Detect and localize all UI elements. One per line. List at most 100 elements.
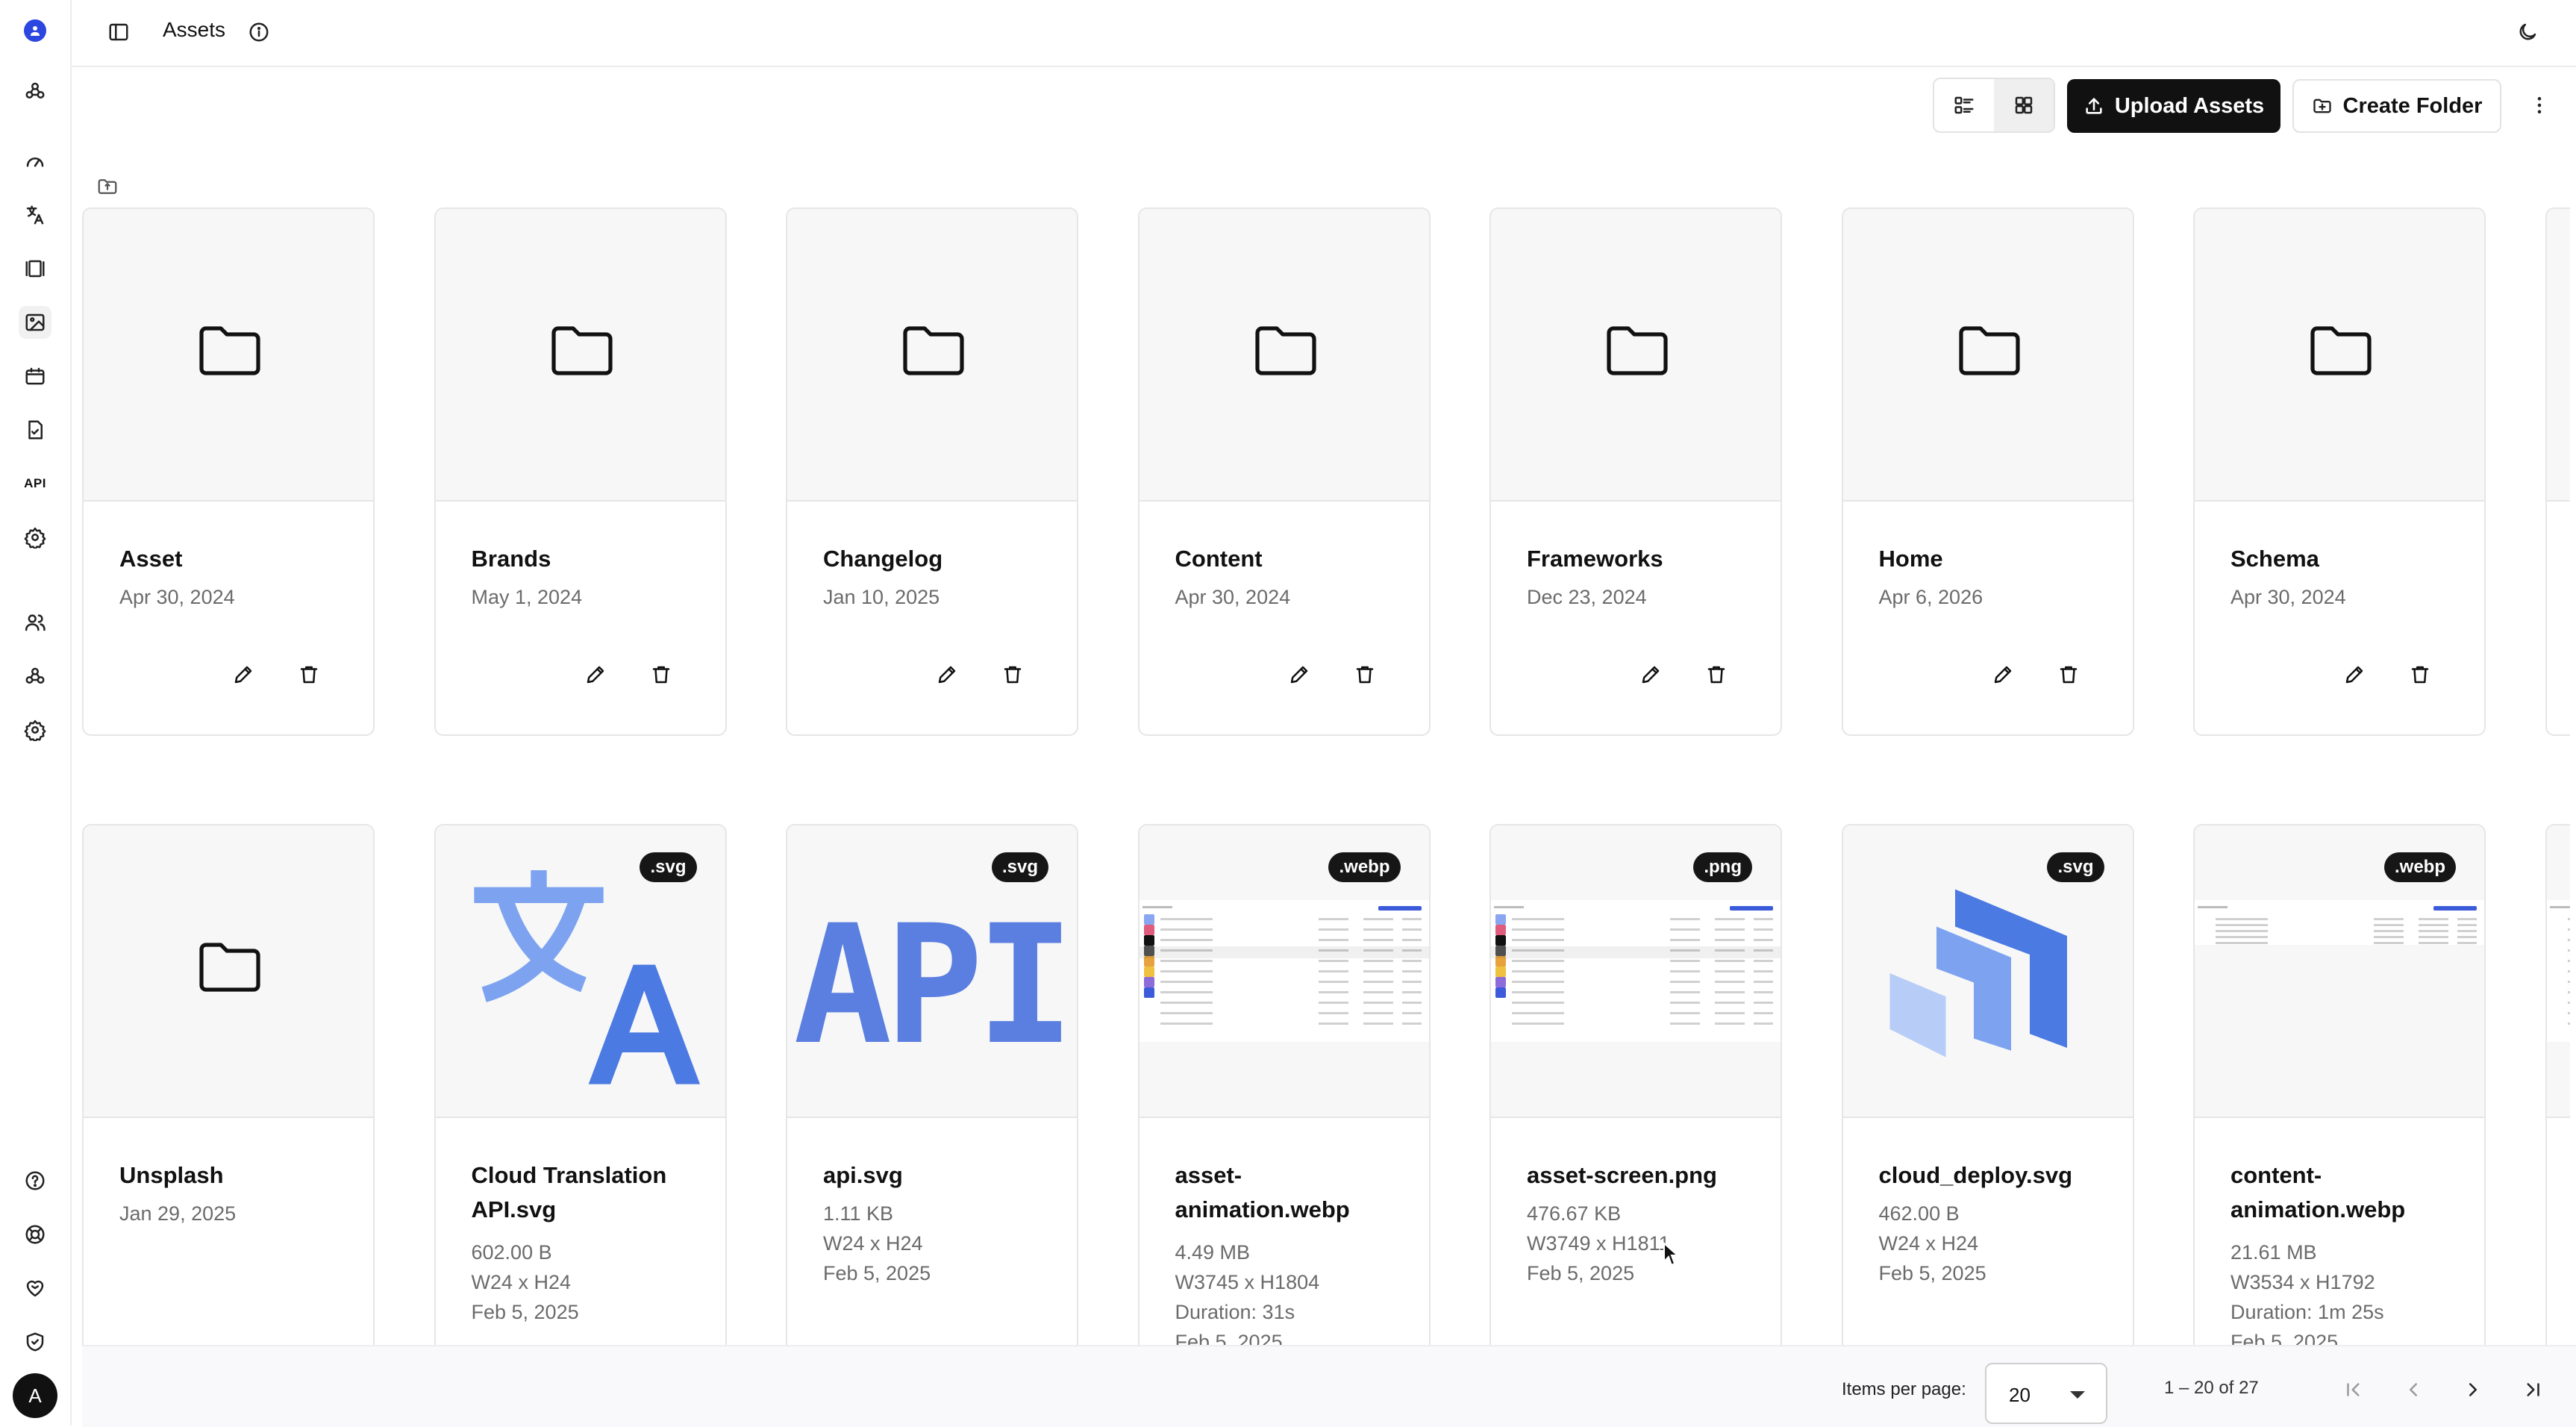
users-icon[interactable] bbox=[19, 606, 51, 639]
card-meta-line: May 1, 2024 bbox=[471, 586, 583, 608]
card-title: Cloud Translation API.svg bbox=[471, 1162, 667, 1223]
create-folder-button[interactable]: Create Folder bbox=[2292, 79, 2501, 133]
edit-pencil-icon[interactable] bbox=[1284, 660, 1314, 690]
card-thumbnail[interactable] bbox=[1139, 209, 1429, 502]
edit-pencil-icon[interactable] bbox=[1636, 660, 1666, 690]
folder-card[interactable]: Home Apr 6, 2026 bbox=[1841, 207, 2134, 736]
list-view-button[interactable] bbox=[1934, 79, 1994, 131]
folder-card[interactable]: Brands May 1, 2024 bbox=[434, 207, 727, 736]
edit-pencil-icon[interactable] bbox=[581, 660, 610, 690]
translate-icon[interactable] bbox=[19, 199, 51, 231]
sidebar-toggle-icon[interactable] bbox=[101, 15, 136, 49]
delete-trash-icon[interactable] bbox=[646, 660, 676, 690]
user-avatar[interactable]: A bbox=[13, 1373, 57, 1418]
delete-trash-icon[interactable] bbox=[1701, 660, 1731, 690]
asset-card[interactable]: .png asset-screen.png 476.67 KB W3749 x H18… bbox=[1489, 824, 1782, 1345]
card-thumbnail[interactable]: .svg bbox=[1842, 825, 2133, 1118]
card-title: Home bbox=[1878, 546, 1943, 572]
delete-trash-icon[interactable] bbox=[1350, 660, 1380, 690]
file-extension-badge: .webp bbox=[1328, 852, 1401, 882]
card-meta-line: Feb 5, 2025 bbox=[823, 1262, 931, 1284]
more-options-icon[interactable] bbox=[2522, 88, 2557, 122]
card-thumbnail[interactable]: .svg bbox=[435, 825, 725, 1118]
items-per-page-select[interactable]: 20 bbox=[1985, 1363, 2107, 1424]
asset-card[interactable]: .svg Cloud Translation API.svg 602.00 B W24… bbox=[434, 824, 727, 1345]
card-thumbnail[interactable]: .png bbox=[1491, 825, 1781, 1118]
card-thumbnail[interactable] bbox=[435, 209, 725, 502]
asset-card[interactable]: API .svg api.svg 1.11 KB W24 x H24 Feb 5, 202… bbox=[786, 824, 1078, 1345]
edit-pencil-icon[interactable] bbox=[228, 660, 258, 690]
card-meta-line: Feb 5, 2025 bbox=[1527, 1262, 1635, 1284]
last-page-icon[interactable] bbox=[2516, 1373, 2549, 1406]
api-icon[interactable]: API bbox=[19, 467, 51, 500]
items-per-page-label: Items per page: bbox=[1842, 1379, 1966, 1399]
folder-icon bbox=[901, 321, 966, 381]
settings-icon[interactable] bbox=[19, 521, 51, 554]
asset-card[interactable]: .svg cloud_deploy.svg 462.00 B W24 x H24 Feb… bbox=[1841, 824, 2134, 1345]
list-view-icon bbox=[1954, 96, 1974, 114]
shield-icon[interactable] bbox=[19, 1325, 51, 1358]
delete-trash-icon[interactable] bbox=[294, 660, 324, 690]
delete-trash-icon[interactable] bbox=[998, 660, 1028, 690]
card-thumbnail[interactable] bbox=[2546, 209, 2570, 502]
card-meta-line: Apr 30, 2024 bbox=[2230, 586, 2346, 608]
file-extension-badge: .webp bbox=[2383, 852, 2456, 882]
edit-pencil-icon[interactable] bbox=[932, 660, 962, 690]
card-thumbnail[interactable] bbox=[84, 209, 373, 502]
folder-icon bbox=[197, 937, 263, 997]
folder-card[interactable]: TranslationApr 30, 2024 bbox=[2545, 207, 2570, 736]
folder-card[interactable]: Changelog Jan 10, 2025 bbox=[786, 207, 1078, 736]
side-rail: API A bbox=[0, 0, 72, 1426]
dashboard-icon[interactable] bbox=[19, 145, 51, 178]
asset-card[interactable]: .pngcontent-screen.png693.71 KBW3739 x H… bbox=[2545, 824, 2570, 1345]
brand-logo-icon[interactable] bbox=[24, 19, 46, 42]
previous-page-icon[interactable] bbox=[2397, 1373, 2430, 1406]
file-extension-badge: .svg bbox=[640, 852, 697, 882]
heart-handshake-icon[interactable] bbox=[19, 1272, 51, 1305]
card-thumbnail[interactable]: .png bbox=[2546, 825, 2570, 1118]
settings-icon[interactable] bbox=[19, 714, 51, 746]
first-page-icon[interactable] bbox=[2337, 1373, 2370, 1406]
delete-trash-icon[interactable] bbox=[2054, 660, 2083, 690]
folder-card[interactable]: Frameworks Dec 23, 2024 bbox=[1489, 207, 1782, 736]
grid-view-button[interactable] bbox=[1994, 79, 2054, 131]
card-title: Brands bbox=[471, 546, 551, 572]
document-check-icon[interactable] bbox=[19, 413, 51, 446]
folder-icon bbox=[2308, 321, 2374, 381]
upload-icon bbox=[2086, 98, 2102, 114]
folder-card[interactable]: Unsplash Jan 29, 2025 bbox=[82, 824, 375, 1345]
asset-card[interactable]: .webp asset-animation.webp 4.49 MB W3745 x … bbox=[1137, 824, 1431, 1345]
card-thumbnail[interactable] bbox=[2195, 209, 2484, 502]
card-thumbnail[interactable] bbox=[84, 825, 373, 1118]
card-thumbnail[interactable]: .webp bbox=[2195, 825, 2484, 1118]
folder-icon bbox=[549, 321, 615, 381]
webhooks-icon[interactable] bbox=[19, 660, 51, 693]
folder-card[interactable]: Schema Apr 30, 2024 bbox=[2193, 207, 2486, 736]
card-thumbnail[interactable] bbox=[1842, 209, 2133, 502]
content-icon[interactable] bbox=[19, 252, 51, 285]
card-meta-line: 476.67 KB bbox=[1527, 1202, 1622, 1225]
card-thumbnail[interactable]: API .svg bbox=[787, 825, 1077, 1118]
assets-icon[interactable] bbox=[19, 306, 51, 339]
card-thumbnail[interactable] bbox=[787, 209, 1077, 502]
image-thumbnail bbox=[1491, 900, 1781, 1042]
calendar-icon[interactable] bbox=[19, 360, 51, 393]
breadcrumb-root-folder-icon[interactable] bbox=[94, 173, 121, 200]
dark-mode-moon-icon[interactable] bbox=[2510, 15, 2545, 49]
help-icon[interactable] bbox=[19, 1164, 51, 1197]
card-thumbnail[interactable] bbox=[1491, 209, 1781, 502]
asset-card[interactable]: .webp content-animation.webp 21.61 MB W3534… bbox=[2193, 824, 2486, 1345]
next-page-icon[interactable] bbox=[2457, 1373, 2489, 1406]
folder-card[interactable]: Content Apr 30, 2024 bbox=[1137, 207, 1431, 736]
webhooks-icon[interactable] bbox=[19, 75, 51, 107]
folder-card[interactable]: Asset Apr 30, 2024 bbox=[82, 207, 375, 736]
edit-pencil-icon[interactable] bbox=[2339, 660, 2369, 690]
info-icon[interactable] bbox=[243, 16, 275, 48]
support-icon[interactable] bbox=[19, 1218, 51, 1251]
card-thumbnail[interactable]: .webp bbox=[1139, 825, 1429, 1118]
card-meta-line: Duration: 31s bbox=[1175, 1301, 1295, 1323]
card-actions bbox=[84, 660, 373, 693]
edit-pencil-icon[interactable] bbox=[1988, 660, 2018, 690]
delete-trash-icon[interactable] bbox=[2405, 660, 2435, 690]
upload-assets-button[interactable]: Upload Assets bbox=[2067, 79, 2280, 133]
